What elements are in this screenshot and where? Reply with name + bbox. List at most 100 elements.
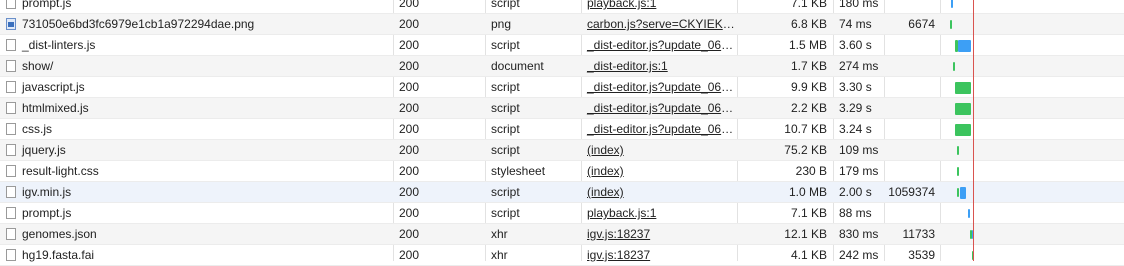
request-row[interactable]: _dist-linters.js 200 script _dist-editor.js… [0,35,1124,56]
initiator-link[interactable]: playback.js:1 [587,0,656,10]
request-name: jquery.js [22,143,66,157]
extra-cell: 6674 [908,17,935,31]
type-cell: script [491,206,520,220]
request-row[interactable]: genomes.json 200 xhr igv.js:18237 12.1 KB 830… [0,224,1124,245]
initiator-link[interactable]: (index) [587,185,624,199]
file-icon [6,144,16,156]
type-cell: png [491,17,512,31]
request-name: genomes.json [22,227,97,241]
status-cell: 200 [399,185,420,199]
initiator-link[interactable]: igv.js:18237 [587,227,650,241]
size-cell: 7.1 KB [790,0,827,10]
time-cell: 3.30 s [839,80,872,94]
request-name-cell[interactable]: javascript.js [0,77,393,98]
status-cell: 200 [399,248,420,262]
request-row[interactable]: prompt.js 200 script playback.js:1 7.1 KB 180… [0,0,1124,14]
size-cell: 1.0 MB [788,185,827,199]
type-cell: script [491,143,520,157]
status-cell: 200 [399,59,420,73]
request-row[interactable]: igv.min.js 200 script (index) 1.0 MB 2.00 s 10… [0,182,1124,203]
initiator-link[interactable]: _dist-editor.js?update_06_... [587,80,737,94]
request-name-cell[interactable]: jquery.js [0,140,393,161]
initiator-link[interactable]: (index) [587,143,624,157]
request-row[interactable]: htmlmixed.js 200 script _dist-editor.js?upd… [0,98,1124,119]
initiator-link[interactable]: (index) [587,164,624,178]
request-row[interactable]: prompt.js 200 script playback.js:1 7.1 KB 88 … [0,203,1124,224]
extra-cell [884,35,940,56]
type-cell: document [491,59,544,73]
status-cell: 200 [399,122,420,136]
request-row[interactable]: result-light.css 200 stylesheet (index) 230 … [0,161,1124,182]
size-cell: 12.1 KB [784,227,827,241]
initiator-cell: (index) [581,161,737,182]
file-icon [6,186,16,198]
time-cell: 242 ms [839,248,879,262]
size-cell: 2.2 KB [790,101,827,115]
request-name: prompt.js [22,206,72,220]
waterfall-bar [950,20,952,29]
waterfall-bar [957,167,959,176]
extra-cell [884,98,940,119]
initiator-link[interactable]: igv.js:18237 [587,248,650,262]
request-name: javascript.js [22,80,85,94]
request-row[interactable]: css.js 200 script _dist-editor.js?update_06… [0,119,1124,140]
extra-cell: 1059374 [888,185,935,199]
initiator-cell: _dist-editor.js?update_06_... [581,77,737,98]
request-name-cell[interactable]: 731050e6bd3fc6979e1cb1a972294dae.png [0,14,393,35]
request-name-cell[interactable]: htmlmixed.js [0,98,393,119]
initiator-link[interactable]: playback.js:1 [587,206,656,220]
file-icon [6,228,16,240]
time-cell: 2.00 s [839,185,872,199]
network-requests-table: prompt.js 200 script playback.js:1 7.1 KB 180… [0,0,1124,266]
file-icon [6,60,16,72]
type-cell: script [491,101,520,115]
status-cell: 200 [399,80,420,94]
initiator-link[interactable]: carbon.js?serve=CKYIEKQ... [587,17,737,31]
initiator-link[interactable]: _dist-editor.js?update_06_... [587,38,737,52]
extra-cell [884,119,940,140]
status-cell: 200 [399,164,420,178]
request-row[interactable]: javascript.js 200 script _dist-editor.js?up… [0,77,1124,98]
type-cell: script [491,38,520,52]
initiator-link[interactable]: _dist-editor.js:1 [587,59,668,73]
file-icon [6,0,16,9]
initiator-cell: _dist-editor.js:1 [581,56,737,77]
waterfall-bar [955,82,971,94]
type-cell: stylesheet [491,164,546,178]
request-name: css.js [22,122,52,136]
initiator-link[interactable]: _dist-editor.js?update_06_... [587,122,737,136]
load-event-line [973,0,974,261]
time-cell: 88 ms [839,206,872,220]
initiator-cell: igv.js:18237 [581,224,737,245]
request-name-cell[interactable]: hg19.fasta.fai [0,245,393,266]
request-name-cell[interactable]: result-light.css [0,161,393,182]
file-icon [6,102,16,114]
request-row[interactable]: show/200 document _dist-editor.js:1 1.7 KB 2… [0,56,1124,77]
request-name-cell[interactable]: genomes.json [0,224,393,245]
extra-cell [884,56,940,77]
request-name-cell[interactable]: igv.min.js [0,182,393,203]
request-row[interactable]: hg19.fasta.fai 200 xhr igv.js:18237 4.1 KB 24… [0,245,1124,266]
time-cell: 179 ms [839,164,879,178]
request-name: htmlmixed.js [22,101,89,115]
request-name-cell[interactable]: _dist-linters.js [0,35,393,56]
waterfall-bar [957,188,959,197]
time-cell: 3.60 s [839,38,872,52]
type-cell: xhr [491,248,508,262]
request-name-cell[interactable]: css.js [0,119,393,140]
status-cell: 200 [399,143,420,157]
waterfall-bar [953,62,955,71]
request-name-cell[interactable]: prompt.js [0,0,393,14]
initiator-cell: playback.js:1 [581,203,737,224]
request-row[interactable]: 731050e6bd3fc6979e1cb1a972294dae.png 200 p… [0,14,1124,35]
file-icon [6,81,16,93]
waterfall-bar [957,146,959,155]
request-name-cell[interactable]: prompt.js [0,203,393,224]
request-name-cell[interactable]: show/ [0,56,393,77]
request-row[interactable]: jquery.js 200 script (index) 75.2 KB 109 ms [0,140,1124,161]
initiator-link[interactable]: _dist-editor.js?update_06_... [587,101,737,115]
size-cell: 6.8 KB [790,17,827,31]
time-cell: 74 ms [839,17,872,31]
time-cell: 180 ms [839,0,879,10]
size-cell: 9.9 KB [790,80,827,94]
